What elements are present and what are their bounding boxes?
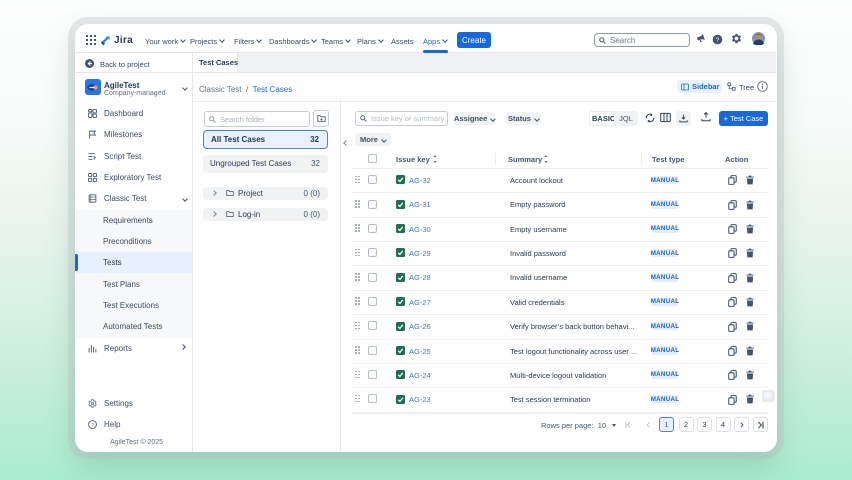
svg-text:?: ? — [91, 422, 94, 428]
svg-text:?: ? — [716, 37, 720, 44]
